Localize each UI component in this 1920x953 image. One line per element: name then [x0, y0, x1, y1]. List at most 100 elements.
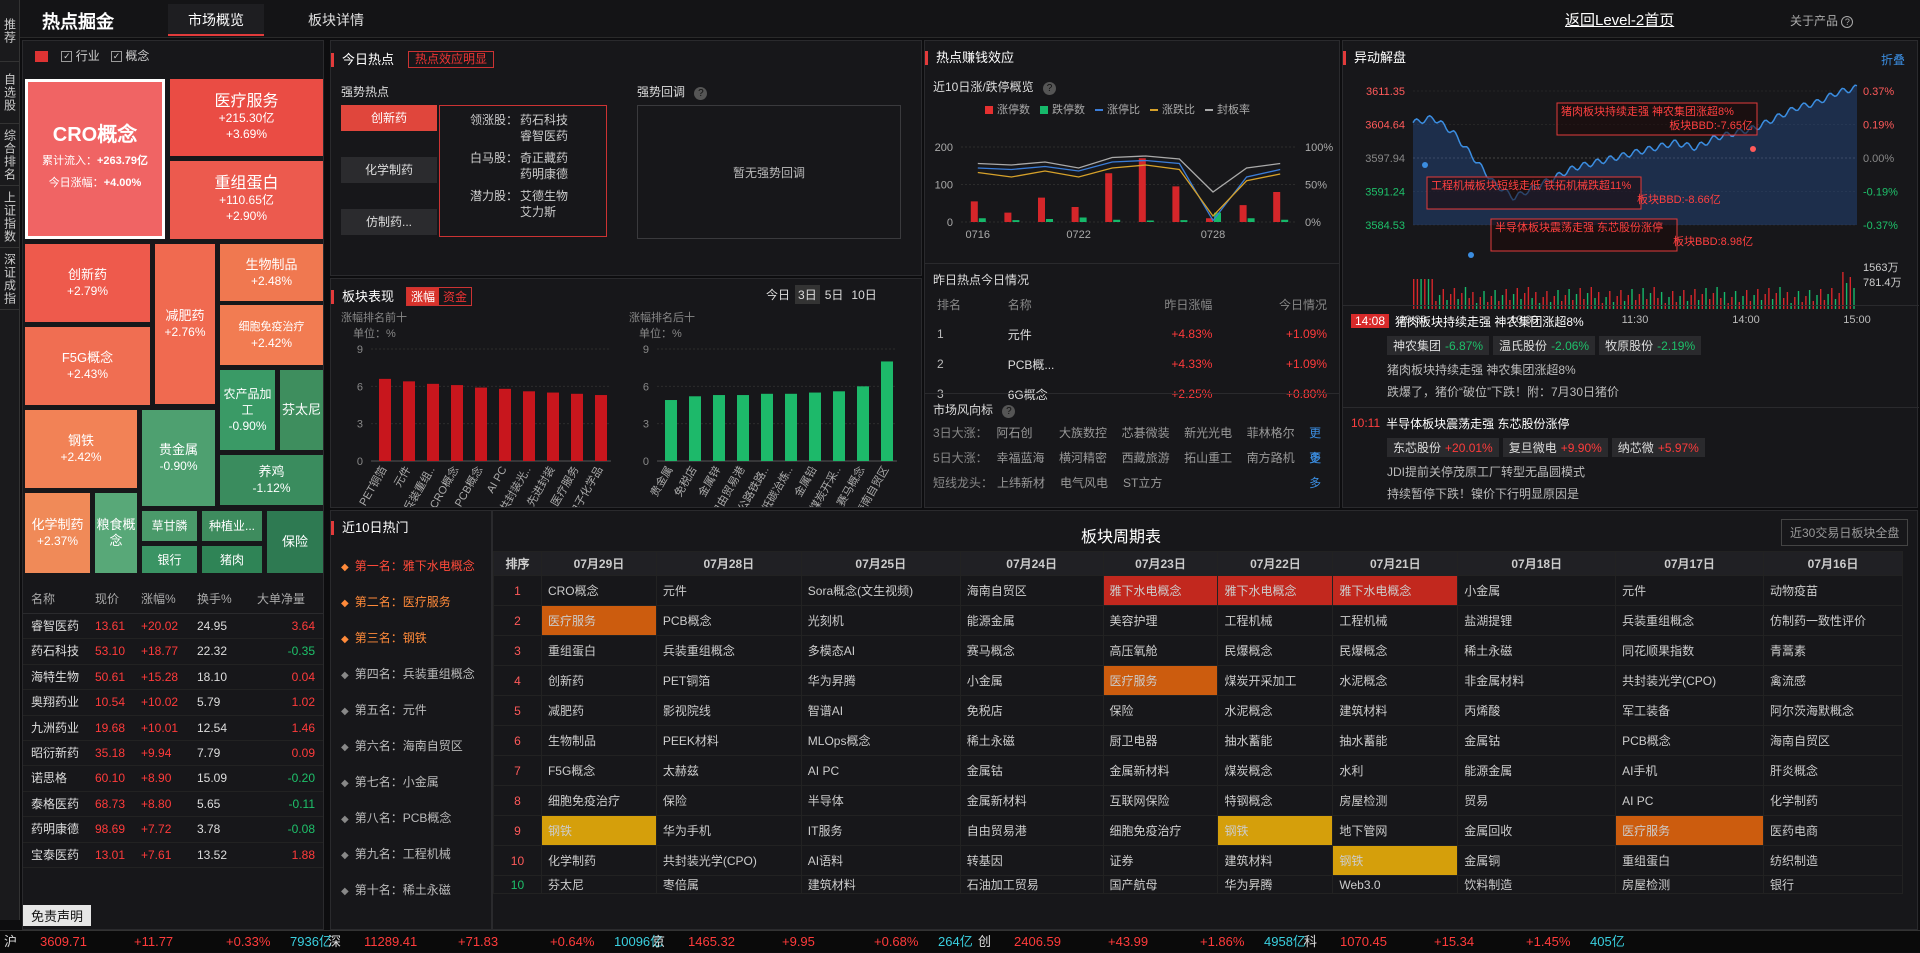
vtab-recommend[interactable]: 推荐	[0, 0, 20, 62]
vtab-ranking[interactable]: 综合排名	[0, 124, 20, 186]
bottom-bar[interactable]	[737, 395, 749, 461]
sector-cell[interactable]: 能源金属	[1457, 755, 1617, 786]
sector-cell[interactable]: 动物疫苗	[1762, 575, 1904, 606]
sector-cell[interactable]: 共封装光学(CPO)	[1615, 665, 1764, 696]
potential-stock[interactable]: 艾力斯	[520, 204, 568, 220]
sector-cell[interactable]: 赛马概念	[959, 635, 1104, 666]
wind-stock-link[interactable]: 阿石创	[997, 421, 1060, 446]
about-product-link[interactable]: 关于产品 ?	[1790, 12, 1854, 29]
sector-cell[interactable]: 海南自贸区	[1762, 725, 1904, 756]
sector-cell[interactable]: 海南自贸区	[959, 575, 1104, 606]
rank10-item[interactable]: ◆ 第三名：钢铁	[341, 621, 475, 657]
wind-stock-link[interactable]: 电气风电	[1060, 471, 1123, 496]
sector-cell[interactable]: 银行	[1762, 875, 1904, 894]
news-line[interactable]: 持续暂停下跌！镍价下行明显原因是	[1387, 483, 1911, 505]
sector-cell[interactable]: 保险	[1102, 695, 1219, 726]
top-bar[interactable]	[379, 378, 391, 461]
table-row[interactable]: 2 PCB概... +4.33% +1.09%	[925, 349, 1339, 379]
up-count-bar[interactable]	[1071, 207, 1079, 222]
wind-stock-link[interactable]: 南方路机	[1247, 446, 1310, 471]
down-count-bar[interactable]	[1281, 219, 1289, 222]
sector-cell[interactable]: 化学制药	[540, 845, 657, 876]
sector-cell[interactable]: PEEK材料	[655, 725, 802, 756]
sector-cell[interactable]: 地下管网	[1332, 815, 1459, 846]
sector-cell[interactable]: 抽水蓄能	[1332, 725, 1459, 756]
vtab-sz-index[interactable]: 深证成指	[0, 248, 20, 310]
sector-cell[interactable]: 医疗服务	[540, 605, 657, 636]
sector-cell[interactable]: 化学制药	[1762, 785, 1904, 816]
down-count-bar[interactable]	[1046, 219, 1053, 222]
sector-cell[interactable]: PCB概念	[1615, 725, 1764, 756]
help-icon[interactable]: ?	[1043, 82, 1057, 95]
sector-cell[interactable]: MLOps概念	[800, 725, 961, 756]
sector-cell[interactable]: 减肥药	[540, 695, 657, 726]
heatmap-block[interactable]: 减肥药 +2.76%	[155, 244, 215, 404]
sector-cell[interactable]: 金属新材料	[959, 785, 1104, 816]
heatmap-block[interactable]: 重组蛋白 +110.65亿 +2.90%	[170, 161, 323, 239]
white-horse-stock[interactable]: 奇正藏药	[520, 150, 568, 166]
bottom-bar[interactable]	[881, 361, 893, 461]
bottom-bar[interactable]	[857, 386, 869, 461]
sector-cell[interactable]: 同花顺果指数	[1615, 635, 1764, 666]
sector-cell[interactable]: 禽流感	[1762, 665, 1904, 696]
top-bar[interactable]	[475, 387, 487, 461]
table-row[interactable]: 泰格医药 68.73 +8.80 5.65 -0.11	[23, 792, 323, 818]
rank10-item[interactable]: ◆ 第二名：医疗服务	[341, 585, 475, 621]
sector-cell[interactable]: 雅下水电概念	[1217, 575, 1334, 606]
rank10-item[interactable]: ◆ 第五名：元件	[341, 693, 475, 729]
sector-cell[interactable]: 盐湖提锂	[1457, 605, 1617, 636]
heatmap-block[interactable]: 医疗服务 +215.30亿 +3.69%	[170, 79, 323, 156]
sector-cell[interactable]: 金属钴	[1457, 725, 1617, 756]
white-horse-stock[interactable]: 药明康德	[520, 166, 568, 182]
table-row[interactable]: 睿智医药 13.61 +20.02 24.95 3.64	[23, 614, 323, 640]
sector-cell[interactable]: 生物制品	[540, 725, 657, 756]
sector-cell[interactable]: 金属回收	[1457, 815, 1617, 846]
index-name[interactable]: 深	[328, 931, 341, 953]
up-count-bar[interactable]	[970, 201, 978, 222]
table-row[interactable]: 昭衍新药 35.18 +9.94 7.79 0.09	[23, 741, 323, 767]
sector-cell[interactable]: 国产航母	[1102, 875, 1219, 894]
news-stock-tag[interactable]: 纳芯微 +5.97%	[1611, 438, 1705, 457]
top-bar[interactable]	[523, 391, 535, 461]
annotation-point[interactable]	[1422, 162, 1428, 168]
vtab-watchlist[interactable]: 自选股	[0, 62, 20, 124]
bottom-bar[interactable]	[689, 396, 701, 461]
sector-cell[interactable]: CRO概念	[540, 575, 657, 606]
down-count-bar[interactable]	[1146, 220, 1154, 223]
sector-cell[interactable]: PET铜箔	[655, 665, 802, 696]
period-3d[interactable]: 3日	[795, 285, 820, 304]
sector-cell[interactable]: Web3.0	[1332, 875, 1459, 894]
up-count-bar[interactable]	[1004, 212, 1012, 222]
period-10d[interactable]: 10日	[848, 285, 879, 304]
rank10-item[interactable]: ◆ 第九名：工程机械	[341, 837, 475, 873]
sector-cell[interactable]: 雅下水电概念	[1102, 575, 1219, 606]
heatmap-block[interactable]: 创新药 +2.79%	[25, 244, 150, 322]
sector-cell[interactable]: IT服务	[800, 815, 961, 846]
potential-stock[interactable]: 艾德生物	[520, 188, 568, 204]
index-name[interactable]: 京	[652, 931, 665, 953]
table-row[interactable]: 诺思格 60.10 +8.90 15.09 -0.20	[23, 766, 323, 792]
sector-cell[interactable]: 稀土永磁	[1457, 635, 1617, 666]
sector-cell[interactable]: AI PC	[800, 755, 961, 786]
sector-cell[interactable]: 创新药	[540, 665, 657, 696]
sector-cell[interactable]: 证券	[1102, 845, 1219, 876]
top-bar[interactable]	[427, 383, 439, 461]
wind-stock-link[interactable]: 菲林格尔	[1247, 421, 1310, 446]
bottom-bar[interactable]	[761, 393, 773, 461]
heatmap-block[interactable]: 钢铁 +2.42%	[25, 410, 137, 488]
sector-cell[interactable]: 工程机械	[1217, 605, 1334, 636]
sector-cell[interactable]: 石油加工贸易	[959, 875, 1104, 894]
sector-cell[interactable]: 华为昇腾	[800, 665, 961, 696]
sector-cell[interactable]: 肝炎概念	[1762, 755, 1904, 786]
bottom-bar[interactable]	[833, 391, 845, 461]
more-link[interactable]: 更多	[1309, 421, 1333, 465]
top-bar[interactable]	[403, 381, 415, 461]
bottom-bar[interactable]	[809, 392, 821, 461]
annotation-point[interactable]	[1468, 252, 1474, 258]
sector-cell[interactable]: 建筑材料	[800, 875, 961, 894]
down-count-bar[interactable]	[1079, 217, 1087, 223]
bottom-bar[interactable]	[665, 400, 677, 461]
news-stock-tag[interactable]: 东芯股份 +20.01%	[1387, 438, 1499, 457]
heatmap-block[interactable]: 种植业...	[202, 511, 262, 541]
sector-cell[interactable]: 枣倍属	[655, 875, 802, 894]
